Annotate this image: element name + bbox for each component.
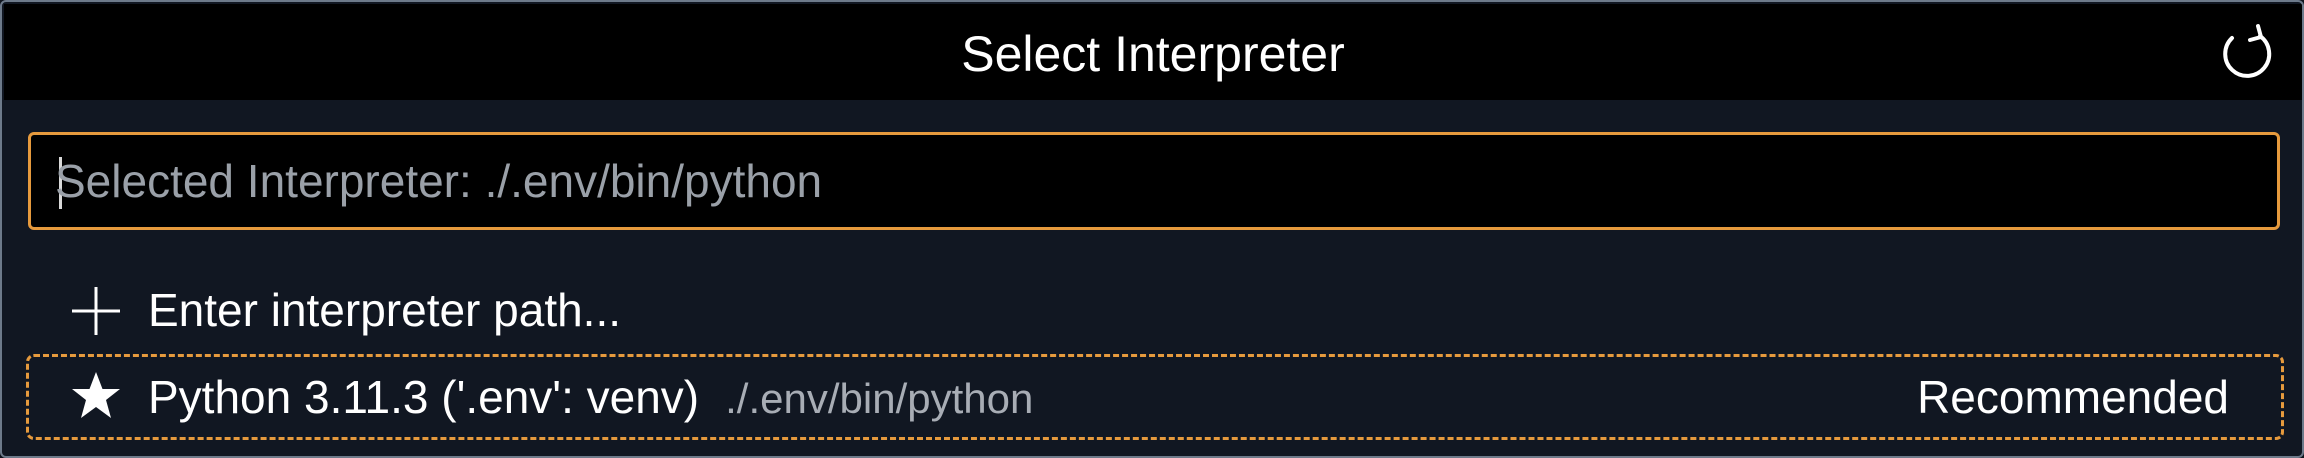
recommended-badge: Recommended	[1917, 371, 2229, 423]
python-interpreter-item[interactable]: Python 3.11.3 ('.env': venv) ./.env/bin/p…	[26, 354, 2284, 440]
star-icon	[70, 370, 122, 422]
plus-icon	[70, 285, 122, 337]
interpreter-search-box[interactable]	[28, 132, 2280, 230]
quickpick-titlebar: Select Interpreter	[4, 4, 2302, 100]
python-interpreter-name: Python 3.11.3 ('.env': venv)	[148, 371, 700, 423]
refresh-icon[interactable]	[2214, 22, 2278, 86]
interpreter-search-input[interactable]	[55, 135, 2245, 227]
python-interpreter-label: Python 3.11.3 ('.env': venv) ./.env/bin/p…	[148, 357, 1033, 439]
quickpick-title: Select Interpreter	[961, 26, 1345, 82]
select-interpreter-quickpick: Select Interpreter Enter interpreter pat…	[0, 0, 2304, 458]
enter-interpreter-path-label: Enter interpreter path...	[148, 284, 622, 336]
python-interpreter-path: ./.env/bin/python	[725, 375, 1034, 422]
enter-interpreter-path-item[interactable]: Enter interpreter path...	[26, 267, 2284, 353]
